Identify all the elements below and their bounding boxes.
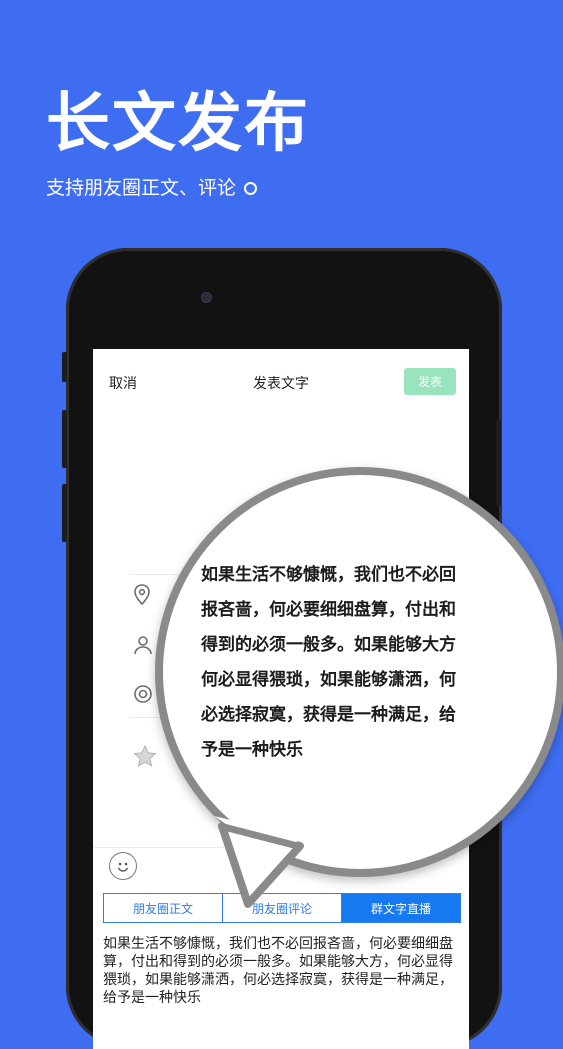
- post-text-input[interactable]: 如果生活不够慷慨，我们也不必回报吝啬，何必要细细盘算，付出和得到的必须一般多。如…: [103, 935, 459, 1007]
- magnifier-line: 如果生活不够慷慨，我们也不必回: [201, 565, 456, 585]
- hero-subtitle-text: 支持朋友圈正文、评论: [46, 177, 237, 199]
- phone-power-button: [496, 420, 501, 506]
- magnifier-line: 报吝啬，何必要细细盘算，付出和: [201, 600, 456, 620]
- hero-title: 长文发布: [46, 87, 310, 161]
- tab-moments-post[interactable]: 朋友圈正文: [104, 894, 223, 922]
- magnifier-line: 予是一种快乐: [201, 740, 303, 760]
- phone-side-button: [62, 352, 67, 382]
- magnifier-text: 如果生活不够慷慨，我们也不必回 报吝啬，何必要细细盘算，付出和 得到的必须一般多…: [201, 558, 501, 768]
- magnifier-line: 何必显得猥琐，如果能够潇洒，何: [201, 670, 456, 690]
- tab-group-live[interactable]: 群文字直播: [342, 894, 460, 922]
- hero-subtitle: 支持朋友圈正文、评论: [46, 177, 258, 199]
- tab-bar: 朋友圈正文 朋友圈评论 群文字直播: [103, 893, 461, 923]
- publish-button[interactable]: 发表: [404, 368, 456, 395]
- phone-volume-down: [62, 484, 67, 542]
- person-icon[interactable]: [133, 635, 153, 660]
- emoji-icon[interactable]: [109, 852, 137, 880]
- magnifier-line: 必选择寂寞，获得是一种满足，给: [201, 705, 456, 725]
- location-icon[interactable]: [133, 584, 151, 611]
- star-icon[interactable]: [133, 744, 157, 772]
- circle-dot-icon: [244, 182, 258, 195]
- front-camera: [201, 292, 212, 303]
- at-icon[interactable]: [133, 684, 153, 709]
- phone-volume-up: [62, 410, 67, 468]
- tab-moments-comment[interactable]: 朋友圈评论: [223, 894, 342, 922]
- magnifier-line: 得到的必须一般多。如果能够大方: [201, 635, 456, 655]
